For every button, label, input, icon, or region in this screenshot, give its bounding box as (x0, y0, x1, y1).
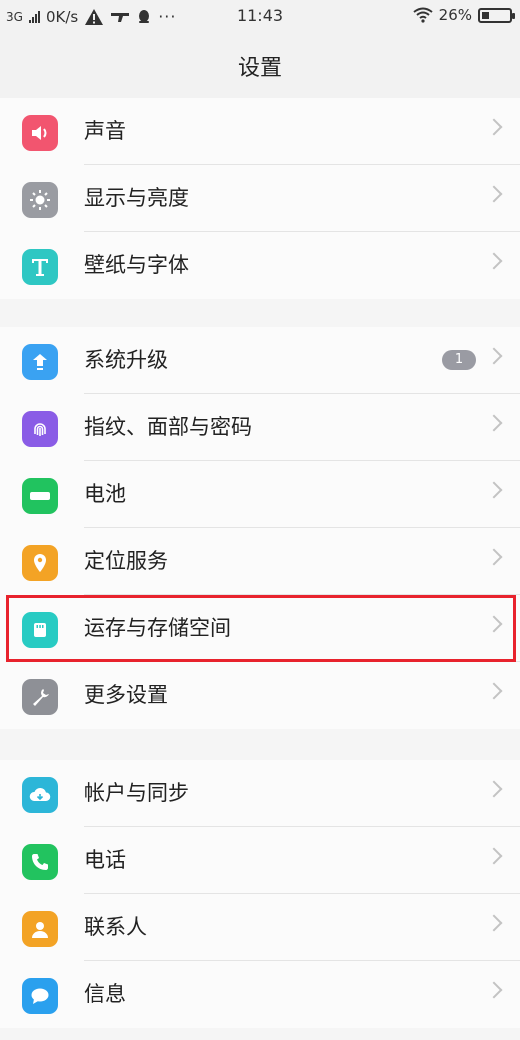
settings-item-label: 声音 (84, 119, 126, 143)
settings-item-sound[interactable]: 声音 (0, 98, 520, 165)
settings-item-font[interactable]: 壁纸与字体 (0, 232, 520, 299)
chevron-right-icon (485, 981, 503, 999)
chevron-right-icon (485, 847, 503, 865)
status-right: 26% (413, 6, 515, 24)
chevron-right-icon (485, 414, 503, 432)
phone-icon (22, 844, 58, 880)
chevron-right-icon (485, 185, 503, 203)
settings-item-label: 电话 (84, 848, 126, 872)
settings-group-1: 声音显示与亮度壁纸与字体 (0, 98, 520, 299)
settings-item-brightness[interactable]: 显示与亮度 (0, 165, 520, 232)
settings-item-label: 信息 (84, 982, 126, 1006)
settings-item-upgrade[interactable]: 系统升级 1 (0, 327, 520, 394)
settings-item-location[interactable]: 定位服务 (0, 528, 520, 595)
settings-item-messages[interactable]: 信息 (0, 961, 520, 1028)
settings-item-label: 运存与存储空间 (84, 616, 231, 640)
fingerprint-icon (22, 411, 58, 447)
battery-percent: 26% (438, 6, 472, 24)
account-sync-icon (22, 777, 58, 813)
page-title: 设置 (237, 56, 282, 81)
chevron-right-icon (485, 914, 503, 932)
messages-icon (22, 978, 58, 1014)
battery-fill (482, 11, 489, 19)
chevron-right-icon (485, 615, 503, 633)
settings-item-contacts[interactable]: 联系人 (0, 894, 520, 961)
wifi-icon (413, 7, 433, 23)
settings-group-3: 帐户与同步电话联系人信息 (0, 760, 520, 1028)
page-header: 设置 (0, 34, 520, 99)
status-bar: 3G 0K/s ··· 11:43 26% (0, 0, 520, 34)
settings-item-label: 帐户与同步 (84, 781, 189, 805)
chevron-right-icon (485, 252, 503, 270)
sound-icon (22, 115, 58, 151)
chevron-right-icon (485, 548, 503, 566)
wrench-icon (22, 679, 58, 715)
storage-icon (22, 612, 58, 648)
chevron-right-icon (485, 780, 503, 798)
settings-item-storage[interactable]: 运存与存储空间 (0, 595, 520, 662)
settings-item-label: 指纹、面部与密码 (84, 415, 252, 439)
location-icon (22, 545, 58, 581)
settings-item-label: 联系人 (84, 915, 147, 939)
chevron-right-icon (485, 347, 503, 365)
settings-item-label: 系统升级 (84, 348, 168, 372)
settings-item-account-sync[interactable]: 帐户与同步 (0, 760, 520, 827)
settings-item-label: 壁纸与字体 (84, 253, 189, 277)
settings-item-label: 电池 (84, 482, 126, 506)
brightness-icon (22, 182, 58, 218)
settings-item-fingerprint[interactable]: 指纹、面部与密码 (0, 394, 520, 461)
battery-icon (478, 7, 515, 23)
update-badge: 1 (442, 350, 476, 370)
chevron-right-icon (485, 682, 503, 700)
settings-group-2: 系统升级 1 指纹、面部与密码 电池定位服务运存与存储空间 更多设置 (0, 327, 520, 729)
settings-item-battery-setting[interactable]: 电池 (0, 461, 520, 528)
upgrade-icon (22, 344, 58, 380)
font-icon (22, 249, 58, 285)
settings-item-phone[interactable]: 电话 (0, 827, 520, 894)
settings-item-label: 定位服务 (84, 549, 168, 573)
battery-setting-icon (22, 478, 58, 514)
settings-item-wrench[interactable]: 更多设置 (0, 662, 520, 729)
chevron-right-icon (485, 118, 503, 136)
contacts-icon (22, 911, 58, 947)
chevron-right-icon (485, 481, 503, 499)
settings-item-label: 更多设置 (84, 683, 168, 707)
settings-item-label: 显示与亮度 (84, 186, 189, 210)
